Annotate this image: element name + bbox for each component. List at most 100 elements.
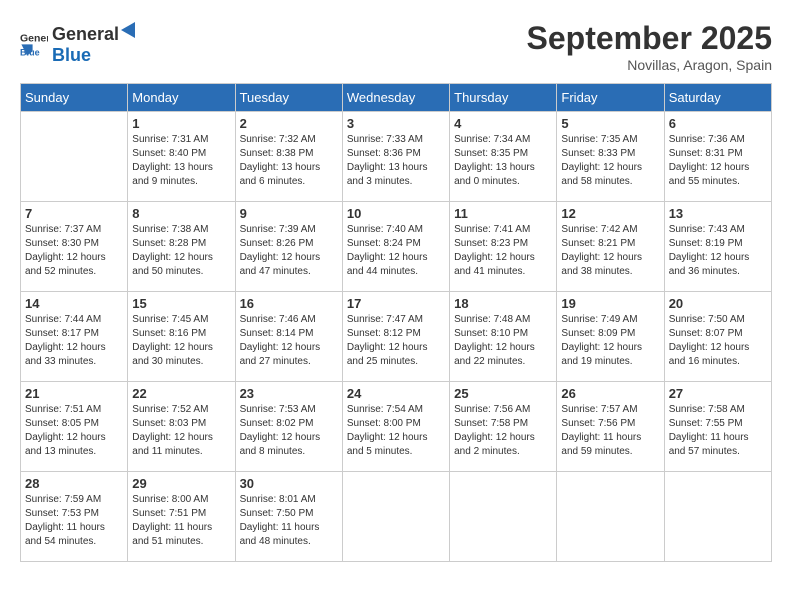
day-info: Sunrise: 7:32 AMSunset: 8:38 PMDaylight:…: [240, 133, 338, 189]
day-info: Sunrise: 7:56 AMSunset: 7:58 PMDaylight:…: [454, 403, 552, 459]
day-info: Sunrise: 7:40 AMSunset: 8:24 PMDaylight:…: [347, 223, 445, 279]
calendar-cell: 23 Sunrise: 7:53 AMSunset: 8:02 PMDayligh…: [235, 382, 342, 472]
calendar-cell: 6 Sunrise: 7:36 AMSunset: 8:31 PMDaylight…: [664, 112, 771, 202]
calendar-cell: 9 Sunrise: 7:39 AMSunset: 8:26 PMDaylight…: [235, 202, 342, 292]
day-info: Sunrise: 7:47 AMSunset: 8:12 PMDaylight:…: [347, 313, 445, 369]
day-number: 2: [240, 116, 338, 131]
calendar-cell: 4 Sunrise: 7:34 AMSunset: 8:35 PMDaylight…: [450, 112, 557, 202]
weekday-header: Wednesday: [342, 84, 449, 112]
calendar-cell: 28 Sunrise: 7:59 AMSunset: 7:53 PMDayligh…: [21, 472, 128, 562]
logo-arrow-icon: [121, 20, 141, 40]
calendar-cell: 7 Sunrise: 7:37 AMSunset: 8:30 PMDaylight…: [21, 202, 128, 292]
day-number: 21: [25, 386, 123, 401]
day-number: 24: [347, 386, 445, 401]
month-title: September 2025: [527, 20, 772, 57]
calendar-cell: 5Sunrise: 7:35 AMSunset: 8:33 PMDaylight…: [557, 112, 664, 202]
calendar-week-row: 28 Sunrise: 7:59 AMSunset: 7:53 PMDayligh…: [21, 472, 772, 562]
calendar-cell: [342, 472, 449, 562]
calendar-week-row: 14 Sunrise: 7:44 AMSunset: 8:17 PMDayligh…: [21, 292, 772, 382]
calendar-cell: 15Sunrise: 7:45 AMSunset: 8:16 PMDayligh…: [128, 292, 235, 382]
day-info: Sunrise: 7:54 AMSunset: 8:00 PMDaylight:…: [347, 403, 445, 459]
day-number: 30: [240, 476, 338, 491]
day-info: Sunrise: 7:38 AMSunset: 8:28 PMDaylight:…: [132, 223, 230, 279]
day-number: 25: [454, 386, 552, 401]
day-info: Sunrise: 7:44 AMSunset: 8:17 PMDaylight:…: [25, 313, 123, 369]
day-number: 15: [132, 296, 230, 311]
calendar-cell: 25 Sunrise: 7:56 AMSunset: 7:58 PMDayligh…: [450, 382, 557, 472]
calendar-cell: 21 Sunrise: 7:51 AMSunset: 8:05 PMDayligh…: [21, 382, 128, 472]
day-number: 1: [132, 116, 230, 131]
calendar-cell: 29Sunrise: 8:00 AMSunset: 7:51 PMDayligh…: [128, 472, 235, 562]
day-info: Sunrise: 7:58 AMSunset: 7:55 PMDaylight:…: [669, 403, 767, 459]
calendar-cell: 1Sunrise: 7:31 AMSunset: 8:40 PMDaylight…: [128, 112, 235, 202]
day-info: Sunrise: 7:51 AMSunset: 8:05 PMDaylight:…: [25, 403, 123, 459]
day-info: Sunrise: 7:59 AMSunset: 7:53 PMDaylight:…: [25, 493, 123, 549]
calendar-week-row: 21 Sunrise: 7:51 AMSunset: 8:05 PMDayligh…: [21, 382, 772, 472]
calendar-cell: 8Sunrise: 7:38 AMSunset: 8:28 PMDaylight…: [128, 202, 235, 292]
day-info: Sunrise: 7:43 AMSunset: 8:19 PMDaylight:…: [669, 223, 767, 279]
day-info: Sunrise: 7:52 AMSunset: 8:03 PMDaylight:…: [132, 403, 230, 459]
weekday-header: Sunday: [21, 84, 128, 112]
day-info: Sunrise: 7:36 AMSunset: 8:31 PMDaylight:…: [669, 133, 767, 189]
calendar-cell: 13Sunrise: 7:43 AMSunset: 8:19 PMDayligh…: [664, 202, 771, 292]
calendar-table: SundayMondayTuesdayWednesdayThursdayFrid…: [20, 83, 772, 562]
day-number: 18: [454, 296, 552, 311]
day-info: Sunrise: 7:35 AMSunset: 8:33 PMDaylight:…: [561, 133, 659, 189]
logo: General Blue General Blue: [20, 20, 141, 66]
title-block: September 2025 Novillas, Aragon, Spain: [527, 20, 772, 73]
calendar-cell: 17 Sunrise: 7:47 AMSunset: 8:12 PMDayligh…: [342, 292, 449, 382]
day-info: Sunrise: 8:00 AMSunset: 7:51 PMDaylight:…: [132, 493, 230, 549]
day-info: Sunrise: 7:53 AMSunset: 8:02 PMDaylight:…: [240, 403, 338, 459]
day-info: Sunrise: 7:39 AMSunset: 8:26 PMDaylight:…: [240, 223, 338, 279]
day-info: Sunrise: 7:41 AMSunset: 8:23 PMDaylight:…: [454, 223, 552, 279]
day-number: 9: [240, 206, 338, 221]
day-number: 11: [454, 206, 552, 221]
calendar-cell: 26 Sunrise: 7:57 AMSunset: 7:56 PMDayligh…: [557, 382, 664, 472]
day-number: 23: [240, 386, 338, 401]
day-info: Sunrise: 7:33 AMSunset: 8:36 PMDaylight:…: [347, 133, 445, 189]
day-number: 6: [669, 116, 767, 131]
calendar-cell: 30Sunrise: 8:01 AMSunset: 7:50 PMDayligh…: [235, 472, 342, 562]
calendar-week-row: 1Sunrise: 7:31 AMSunset: 8:40 PMDaylight…: [21, 112, 772, 202]
day-number: 14: [25, 296, 123, 311]
day-number: 12: [561, 206, 659, 221]
calendar-cell: [450, 472, 557, 562]
calendar-cell: 10 Sunrise: 7:40 AMSunset: 8:24 PMDayligh…: [342, 202, 449, 292]
calendar-cell: 16 Sunrise: 7:46 AMSunset: 8:14 PMDayligh…: [235, 292, 342, 382]
day-number: 22: [132, 386, 230, 401]
calendar-cell: 19Sunrise: 7:49 AMSunset: 8:09 PMDayligh…: [557, 292, 664, 382]
page-header: General Blue General Blue September 2025…: [20, 20, 772, 73]
day-number: 4: [454, 116, 552, 131]
weekday-header: Thursday: [450, 84, 557, 112]
calendar-cell: 12Sunrise: 7:42 AMSunset: 8:21 PMDayligh…: [557, 202, 664, 292]
day-number: 28: [25, 476, 123, 491]
calendar-cell: 2 Sunrise: 7:32 AMSunset: 8:38 PMDaylight…: [235, 112, 342, 202]
calendar-cell: 18 Sunrise: 7:48 AMSunset: 8:10 PMDayligh…: [450, 292, 557, 382]
svg-text:Blue: Blue: [20, 48, 40, 57]
weekday-header: Monday: [128, 84, 235, 112]
day-info: Sunrise: 7:37 AMSunset: 8:30 PMDaylight:…: [25, 223, 123, 279]
weekday-header: Tuesday: [235, 84, 342, 112]
calendar-cell: 3 Sunrise: 7:33 AMSunset: 8:36 PMDaylight…: [342, 112, 449, 202]
day-number: 26: [561, 386, 659, 401]
day-info: Sunrise: 7:48 AMSunset: 8:10 PMDaylight:…: [454, 313, 552, 369]
day-info: Sunrise: 7:46 AMSunset: 8:14 PMDaylight:…: [240, 313, 338, 369]
calendar-cell: 20Sunrise: 7:50 AMSunset: 8:07 PMDayligh…: [664, 292, 771, 382]
calendar-cell: [21, 112, 128, 202]
calendar-cell: 11 Sunrise: 7:41 AMSunset: 8:23 PMDayligh…: [450, 202, 557, 292]
day-info: Sunrise: 7:34 AMSunset: 8:35 PMDaylight:…: [454, 133, 552, 189]
day-number: 3: [347, 116, 445, 131]
weekday-header: Saturday: [664, 84, 771, 112]
day-number: 17: [347, 296, 445, 311]
calendar-cell: 14 Sunrise: 7:44 AMSunset: 8:17 PMDayligh…: [21, 292, 128, 382]
day-number: 27: [669, 386, 767, 401]
day-number: 16: [240, 296, 338, 311]
day-info: Sunrise: 7:49 AMSunset: 8:09 PMDaylight:…: [561, 313, 659, 369]
logo-blue-text: Blue: [52, 45, 91, 65]
day-number: 10: [347, 206, 445, 221]
day-info: Sunrise: 7:57 AMSunset: 7:56 PMDaylight:…: [561, 403, 659, 459]
day-number: 7: [25, 206, 123, 221]
calendar-week-row: 7 Sunrise: 7:37 AMSunset: 8:30 PMDaylight…: [21, 202, 772, 292]
calendar-cell: 22 Sunrise: 7:52 AMSunset: 8:03 PMDayligh…: [128, 382, 235, 472]
logo-general-text: General: [52, 24, 119, 45]
